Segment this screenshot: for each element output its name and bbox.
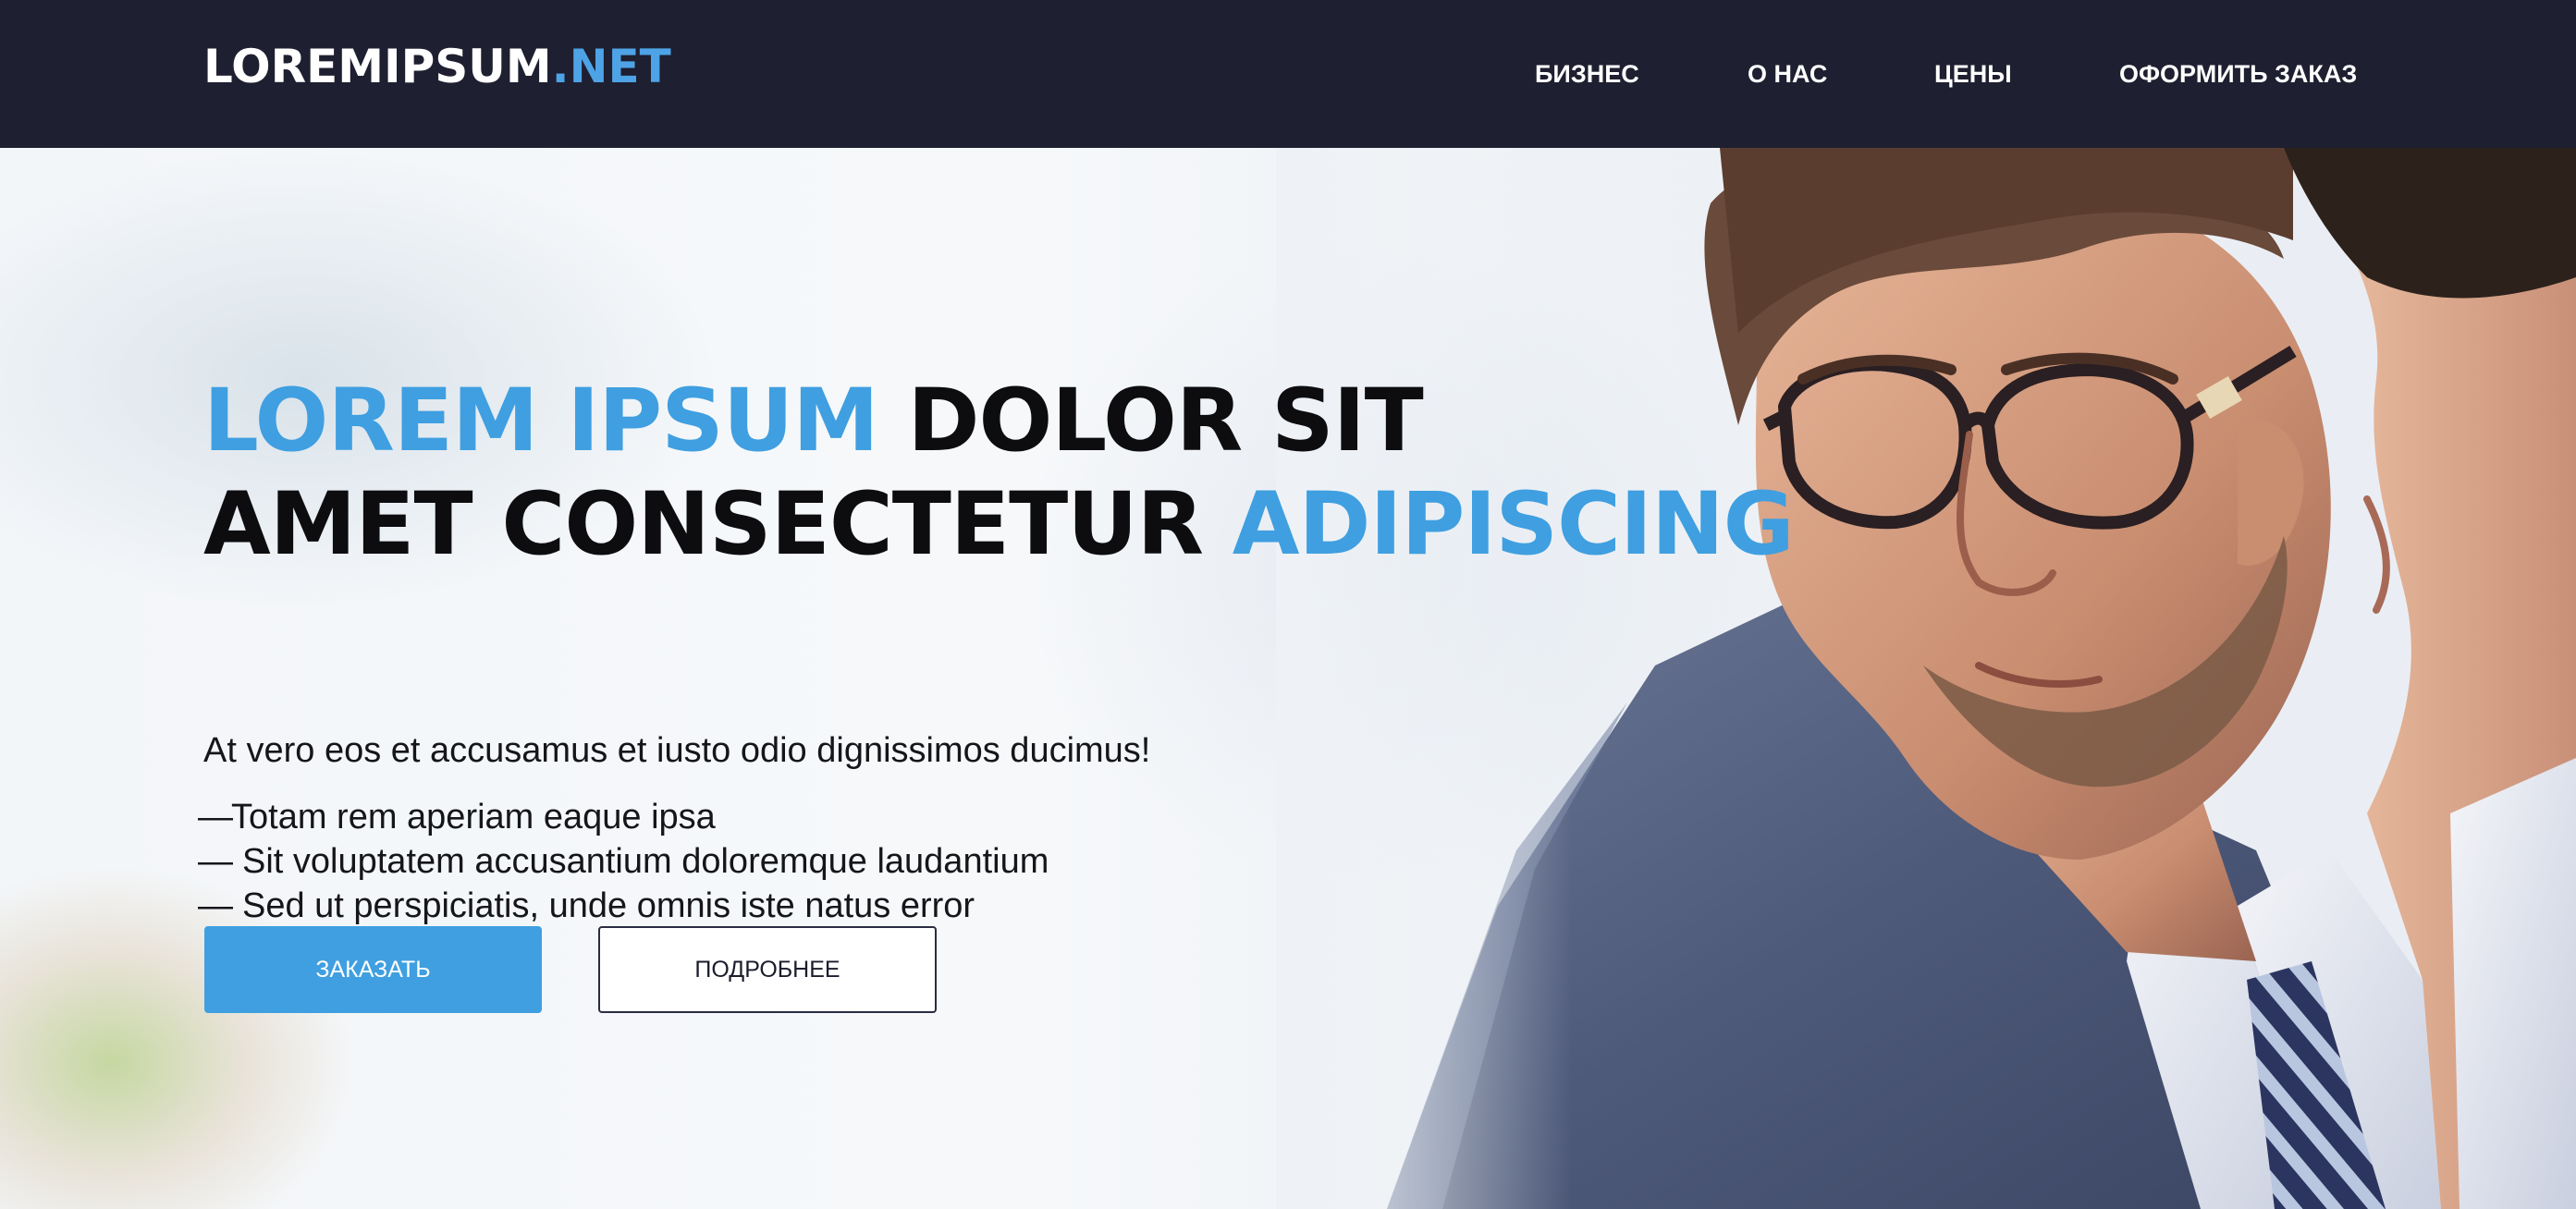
- list-item-text: Totam rem aperiam eaque ipsa: [231, 798, 716, 837]
- logo-tld: NET: [569, 40, 671, 93]
- order-button[interactable]: ЗАКАЗАТЬ: [204, 926, 542, 1013]
- list-dash: —: [198, 842, 233, 881]
- hero-photo: [1276, 148, 2576, 1209]
- hero-intro-text: At vero eos et accusamus et iusto odio d…: [203, 731, 1151, 770]
- list-item: — Sit voluptatem accusantium doloremque l…: [198, 839, 1049, 884]
- list-item: —Totam rem aperiam eaque ipsa: [198, 795, 1049, 839]
- list-dash: —: [198, 798, 233, 837]
- logo-main-text: LOREMIPSUM: [203, 40, 552, 93]
- hero-section: LOREM IPSUM DOLOR SIT AMET CONSECTETUR A…: [0, 148, 2576, 1209]
- top-navbar: LOREMIPSUM.NET БИЗНЕС О НАС ЦЕНЫ ОФОРМИТ…: [0, 0, 2576, 148]
- nav-link-order[interactable]: ОФОРМИТЬ ЗАКАЗ: [2119, 57, 2357, 91]
- nav-link-business[interactable]: БИЗНЕС: [1535, 57, 1639, 91]
- list-item-text: Sit voluptatem accusantium doloremque la…: [242, 842, 1049, 881]
- more-info-button[interactable]: ПОДРОБНЕЕ: [598, 926, 937, 1013]
- headline-accent: ADIPISCING: [1232, 474, 1795, 575]
- headline-accent: LOREM IPSUM: [203, 371, 879, 471]
- headline-text: AMET CONSECTETUR: [203, 474, 1233, 575]
- hero-headline: LOREM IPSUM DOLOR SIT AMET CONSECTETUR A…: [203, 370, 1795, 577]
- nav-link-prices[interactable]: ЦЕНЫ: [1934, 57, 2012, 91]
- feature-list: —Totam rem aperiam eaque ipsa — Sit volup…: [198, 795, 1049, 928]
- headline-text: DOLOR SIT: [877, 371, 1423, 471]
- list-dash: —: [198, 886, 233, 925]
- site-logo[interactable]: LOREMIPSUM.NET: [203, 39, 671, 94]
- nav-link-about[interactable]: О НАС: [1748, 57, 1827, 91]
- list-item: — Sed ut perspiciatis, unde omnis iste na…: [198, 884, 1049, 928]
- logo-dot: .: [551, 40, 570, 93]
- list-item-text: Sed ut perspiciatis, unde omnis iste nat…: [242, 886, 975, 925]
